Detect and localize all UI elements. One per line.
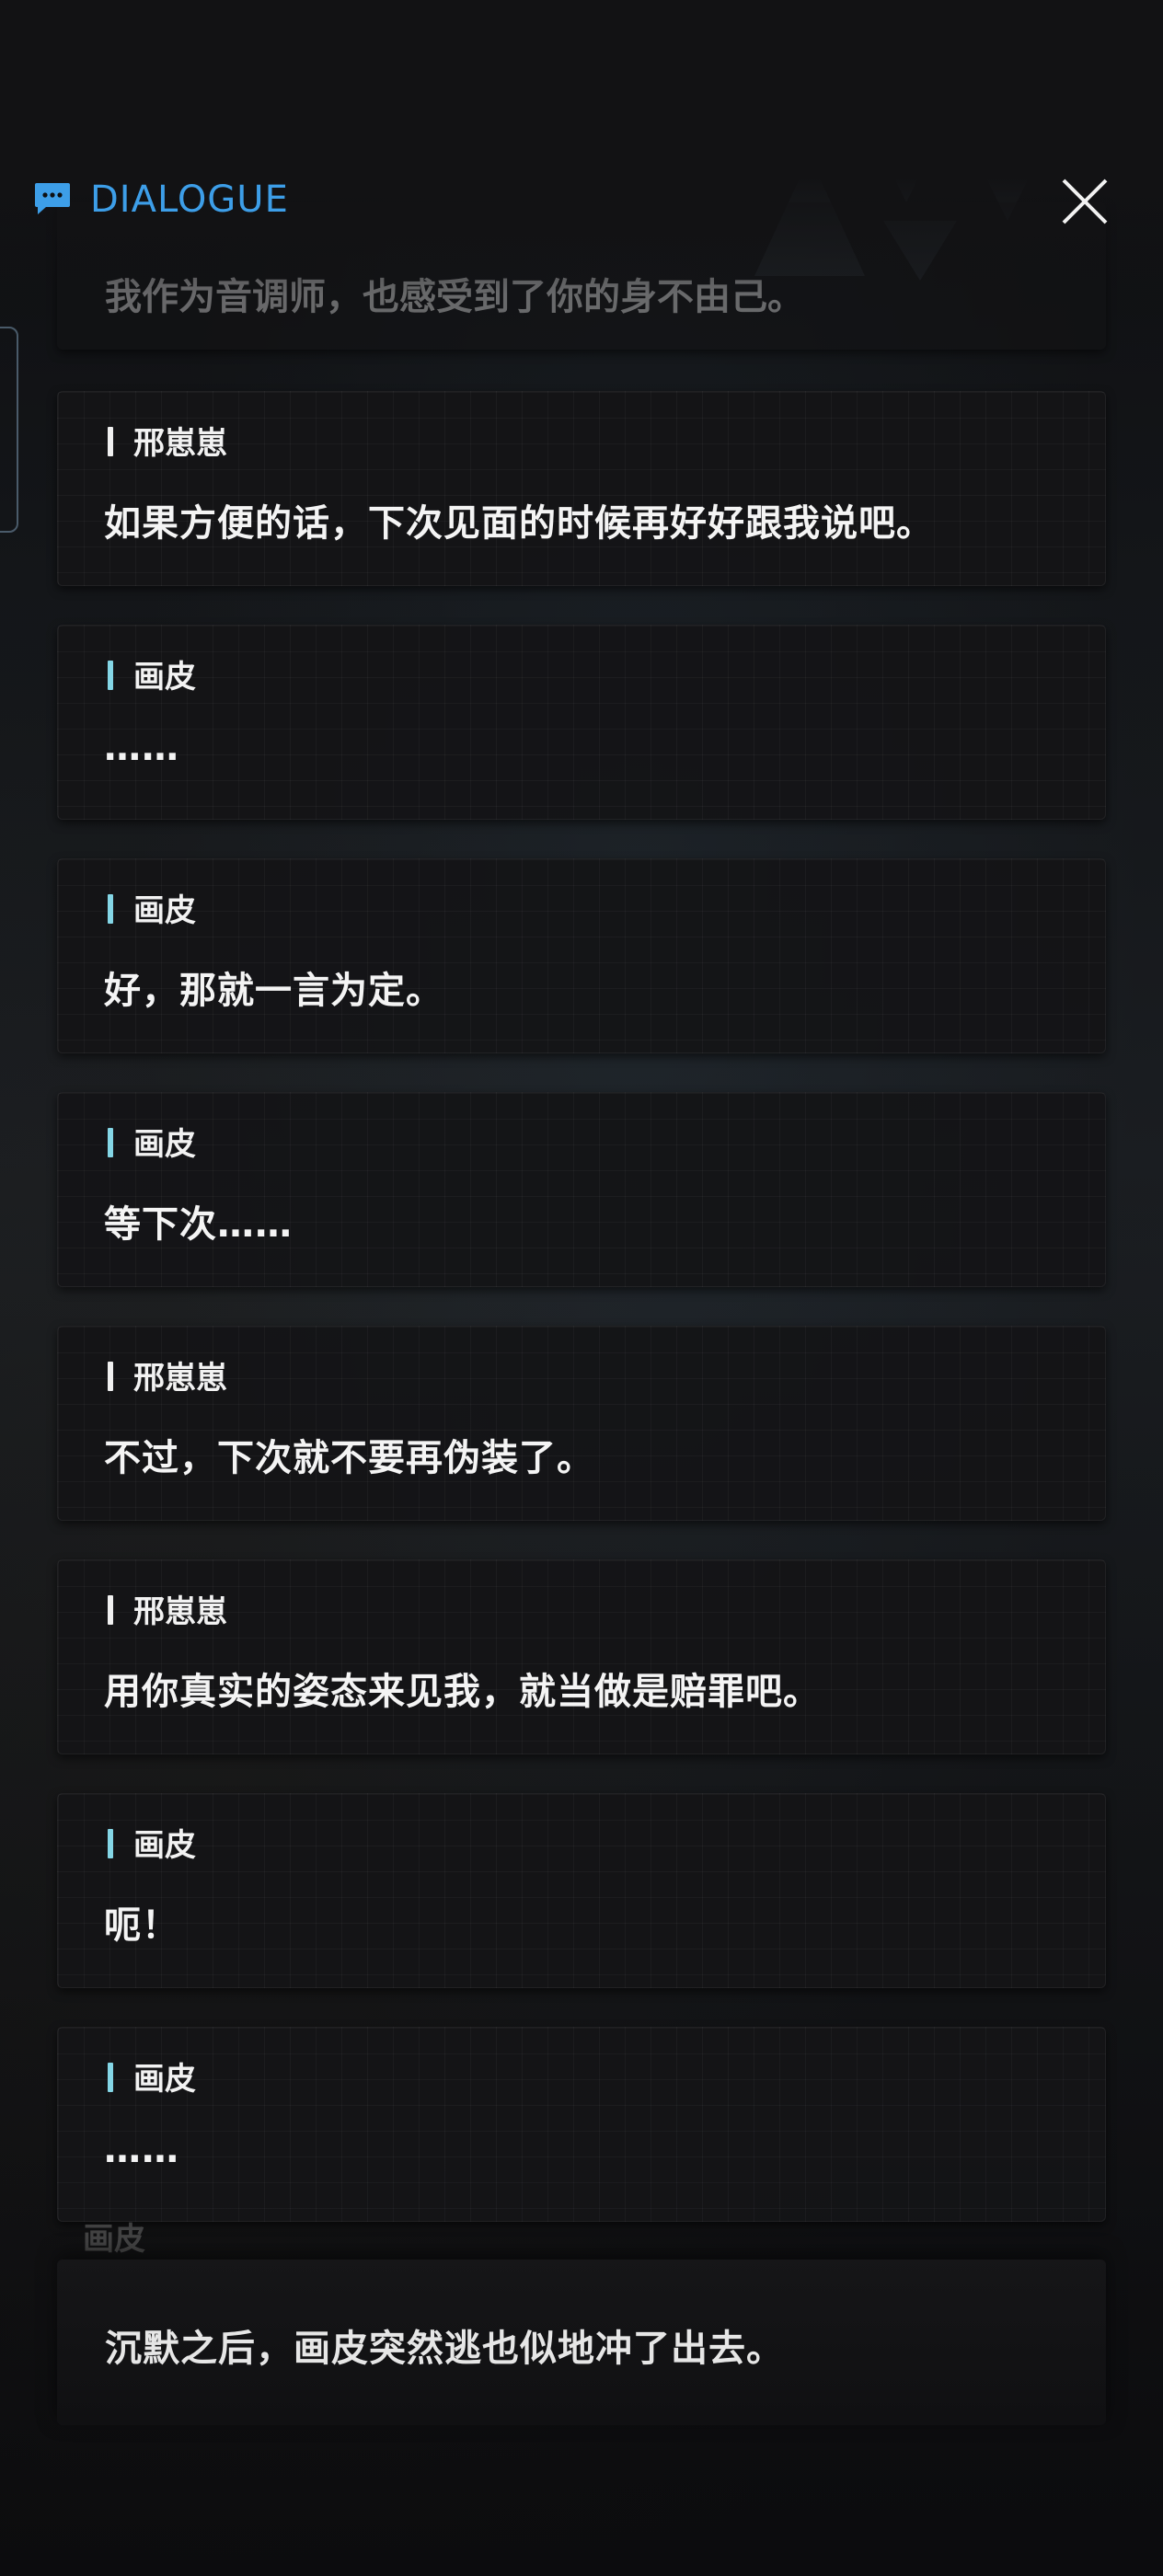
dialogue-header: DIALOGUE <box>0 166 1163 239</box>
speaker-marker <box>108 894 113 924</box>
dialogue-list[interactable]: 我作为音调师，也感受到了你的身不由己。 邢崽崽 如果方便的话，下次见面的时候再好… <box>0 0 1163 2576</box>
dialogue-text: 呃！ <box>104 1904 179 1947</box>
speaker-name: 画皮 <box>133 1827 196 1864</box>
speaker-name: 邢崽崽 <box>133 1593 227 1630</box>
narration-text: 沉默之后，画皮突然逃也似地冲了出去。 <box>105 2328 784 2370</box>
side-drawer-handle[interactable] <box>0 327 18 533</box>
dialogue-text: 不过，下次就不要再伪装了。 <box>104 1437 594 1479</box>
chat-bubble-icon <box>35 183 70 214</box>
top-fade-overlay <box>0 0 1163 294</box>
dialogue-text: 如果方便的话，下次见面的时候再好好跟我说吧。 <box>104 502 934 545</box>
dialogue-card: 邢崽崽 如果方便的话，下次见面的时候再好好跟我说吧。 <box>57 391 1106 586</box>
dialogue-card: 邢崽崽 用你真实的姿态来见我，就当做是赔罪吧。 <box>57 1559 1106 1754</box>
speaker-name: 画皮 <box>133 892 196 929</box>
speaker-marker <box>108 661 113 690</box>
dialogue-card: 画皮 好，那就一言为定。 <box>57 858 1106 1053</box>
speaker-marker <box>108 1595 113 1625</box>
dialogue-text: 等下次…… <box>104 1203 293 1246</box>
speaker-name: 画皮 <box>133 1126 196 1163</box>
dialogue-text: …… <box>104 727 179 769</box>
speaker-marker <box>108 1829 113 1858</box>
speaker-marker <box>108 427 113 456</box>
dialogue-text: …… <box>104 2129 179 2171</box>
speaker-name: 画皮 <box>133 659 196 696</box>
dialogue-card: 画皮 等下次…… <box>57 1092 1106 1287</box>
speaker-marker <box>108 1362 113 1391</box>
speaker-name: 邢崽崽 <box>133 425 227 462</box>
dialogue-card: 画皮 呃！ <box>57 1793 1106 1988</box>
close-icon[interactable] <box>1056 173 1113 230</box>
speaker-marker <box>108 2063 113 2092</box>
dialogue-title: DIALOGUE <box>90 178 289 221</box>
dialogue-card: 邢崽崽 不过，下次就不要再伪装了。 <box>57 1326 1106 1521</box>
dialogue-text: 用你真实的姿态来见我，就当做是赔罪吧。 <box>104 1671 821 1713</box>
dialogue-text: 好，那就一言为定。 <box>104 970 443 1012</box>
dialogue-log-screen: DIALOGUE 我作为音调师，也感受到了你的身不由己。 邢崽崽 如果方便的话，… <box>0 0 1163 2576</box>
ghost-speaker-name: 画皮 <box>83 2221 145 2258</box>
speaker-name: 画皮 <box>133 2061 196 2098</box>
narration-box[interactable]: 沉默之后，画皮突然逃也似地冲了出去。 <box>57 2260 1106 2425</box>
dialogue-card: 画皮 …… <box>57 2027 1106 2222</box>
speaker-name: 邢崽崽 <box>133 1360 227 1397</box>
speaker-marker <box>108 1128 113 1157</box>
dialogue-card: 画皮 …… <box>57 625 1106 820</box>
